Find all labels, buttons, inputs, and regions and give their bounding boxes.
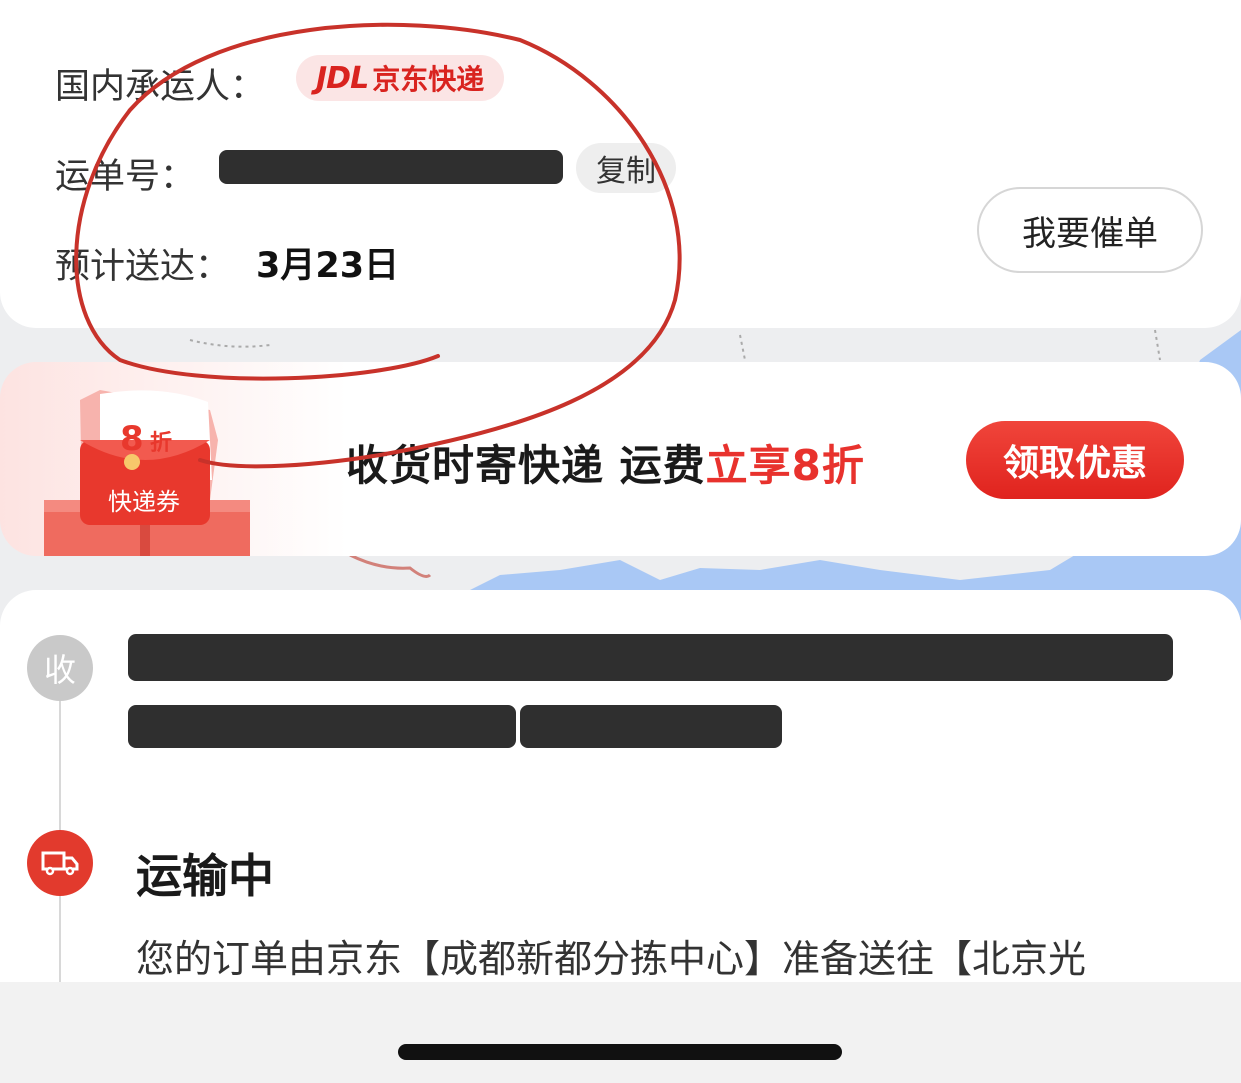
carrier-label: 国内承运人： — [55, 67, 266, 107]
coupon-discount: 8 — [120, 419, 144, 459]
home-indicator[interactable] — [398, 1044, 842, 1060]
eta-label: 预计送达： — [55, 247, 231, 287]
promo-banner[interactable]: 8 折 快递券 收货时寄快递 运费立享8折 领取优惠 — [0, 362, 1241, 556]
carrier-badge: JDL 京东快递 — [296, 55, 505, 101]
urge-order-button[interactable]: 我要催单 — [977, 187, 1203, 273]
status-title: 运输中 — [136, 849, 274, 903]
coupon-unit: 折 — [150, 431, 172, 456]
receiver-phone-redacted — [520, 705, 782, 748]
tracking-number-redacted — [219, 150, 563, 184]
eta-value: 3月23日 — [256, 246, 400, 286]
receiver-address-redacted — [128, 634, 1173, 681]
copy-tracking-button[interactable]: 复制 — [576, 143, 676, 193]
carrier-name: 京东快递 — [372, 63, 485, 96]
coupon-label: 快递券 — [108, 488, 180, 516]
promo-text-highlight: 立享8折 — [705, 441, 865, 490]
status-description: 您的订单由京东【成都新都分拣中心】准备送往【北京光 — [136, 937, 1087, 981]
truck-icon — [27, 830, 93, 896]
receiver-node-icon: 收 — [27, 635, 93, 701]
shipment-info-card: 国内承运人： JDL 京东快递 运单号： 复制 预计送达： 3月23日 我要催单 — [0, 0, 1241, 328]
bottom-safe-area — [0, 982, 1241, 1083]
promo-text: 收货时寄快递 运费立享8折 — [346, 432, 865, 493]
promo-text-main: 收货时寄快递 运费 — [346, 441, 706, 490]
claim-discount-button[interactable]: 领取优惠 — [966, 421, 1184, 499]
tracking-number-label: 运单号： — [55, 157, 196, 197]
coupon-gift-icon: 8 折 快递券 — [44, 390, 250, 556]
jdl-logo-icon: JDL — [316, 60, 369, 96]
receiver-name-redacted — [128, 705, 516, 748]
